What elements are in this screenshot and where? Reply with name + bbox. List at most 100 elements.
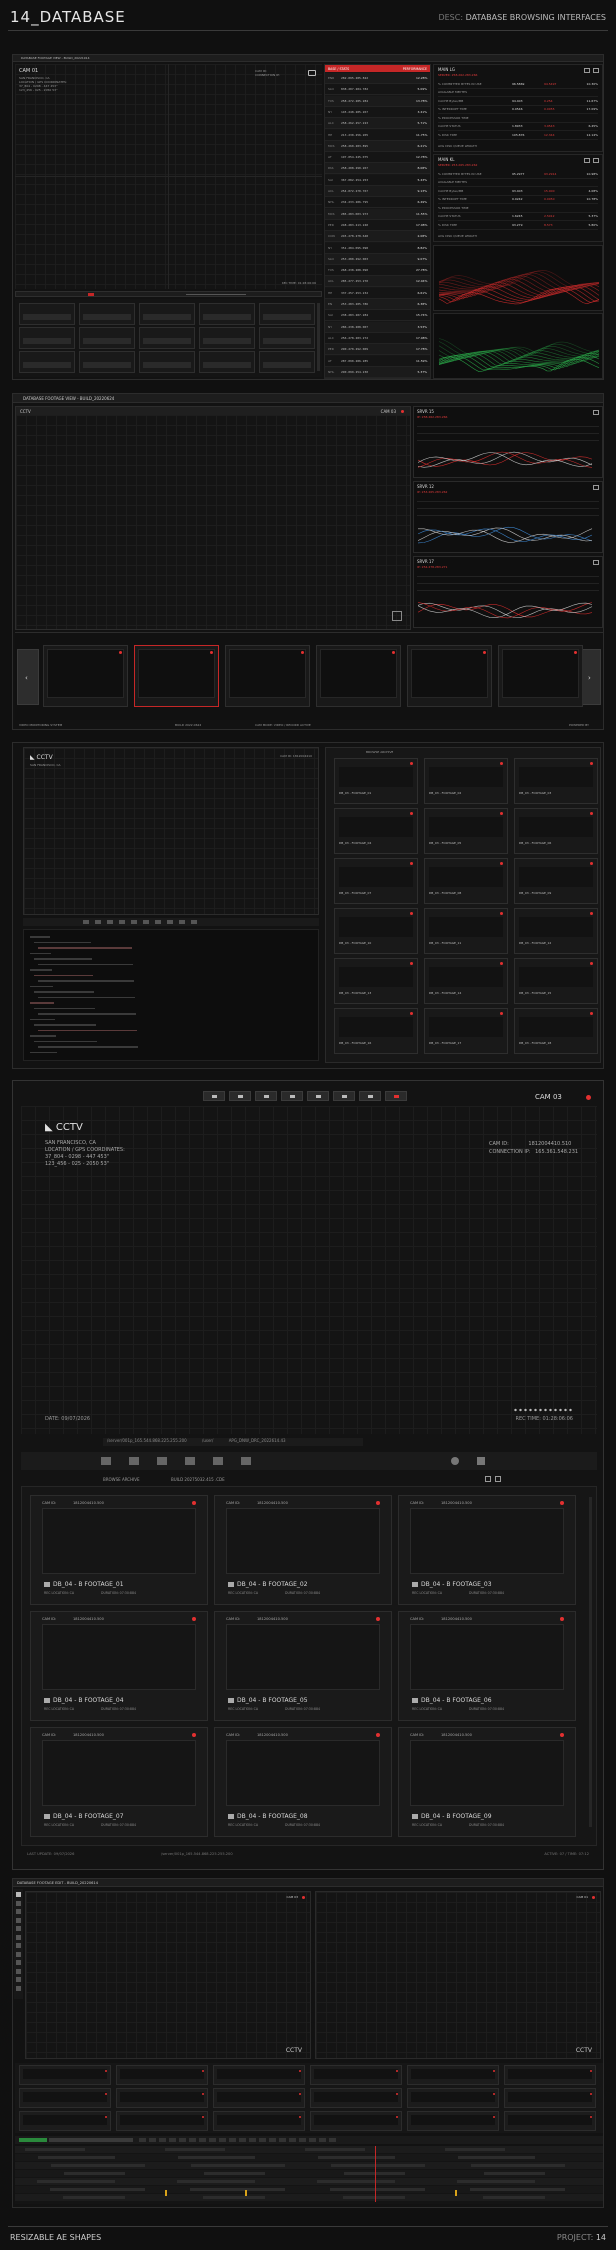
timeline-button[interactable] bbox=[179, 2138, 186, 2142]
clip-block[interactable] bbox=[19, 2065, 111, 2085]
footage-card[interactable]: CAM ID: 1812004410.500 DB_04 - B FOOTAGE_0… bbox=[398, 1495, 576, 1605]
list-item[interactable]: HE 213.230.256.205 11.75% bbox=[325, 129, 430, 141]
fast-forward-button[interactable] bbox=[333, 1091, 355, 1101]
archive-scrollbar[interactable] bbox=[589, 1497, 592, 1827]
track-clip[interactable] bbox=[204, 2172, 265, 2175]
tool-icon[interactable] bbox=[155, 920, 161, 924]
warning-icon[interactable] bbox=[477, 1457, 485, 1465]
list-item[interactable]: CON 245.278.278.648 2.08% bbox=[325, 231, 430, 243]
tool-icon[interactable] bbox=[143, 920, 149, 924]
track-clip[interactable] bbox=[190, 2188, 285, 2191]
track-clip[interactable] bbox=[343, 2196, 405, 2199]
track-clip[interactable] bbox=[330, 2188, 425, 2191]
play-button[interactable] bbox=[255, 1091, 277, 1101]
list-item[interactable]: SLO 838.207.284.782 5.09% bbox=[325, 84, 430, 96]
list-item[interactable]: HE 337.257.253.232 6.61% bbox=[325, 287, 430, 299]
thumbnail[interactable] bbox=[79, 327, 135, 349]
tool-icon[interactable] bbox=[107, 920, 113, 924]
tool-icon[interactable] bbox=[16, 1951, 21, 1957]
clip-block[interactable] bbox=[310, 2065, 402, 2085]
timeline-button[interactable] bbox=[209, 2138, 216, 2142]
record-button[interactable] bbox=[385, 1091, 407, 1101]
archive-tile[interactable]: DB_03 - FOOTAGE_05 bbox=[424, 808, 508, 854]
track-clip[interactable] bbox=[458, 2156, 535, 2159]
folder-icon[interactable] bbox=[213, 1457, 223, 1465]
clip-block[interactable] bbox=[19, 2111, 111, 2131]
upload-icon[interactable] bbox=[101, 1457, 111, 1465]
list-item[interactable]: AT 197.054.245.075 12.78% bbox=[325, 152, 430, 164]
archive-tile[interactable]: DB_03 - FOOTAGE_16 bbox=[334, 1008, 418, 1054]
clip-block[interactable] bbox=[504, 2111, 596, 2131]
folder-icon[interactable] bbox=[241, 1457, 251, 1465]
tool-icon[interactable] bbox=[16, 1985, 21, 1991]
track-clip[interactable] bbox=[191, 2164, 285, 2167]
list-item[interactable]: AT 287.090.286.285 11.59% bbox=[325, 355, 430, 367]
carousel-thumbnail[interactable] bbox=[43, 645, 128, 707]
list-item[interactable]: NY 145.248.285.267 3.41% bbox=[325, 106, 430, 118]
list-item[interactable]: SAI 238.283.287.284 15.74% bbox=[325, 310, 430, 322]
list-item[interactable]: MCS 258.260.283.895 6.21% bbox=[325, 140, 430, 152]
track-clip[interactable] bbox=[305, 2148, 365, 2151]
footage-card[interactable]: CAM ID: 1812004410.500 DB_04 - B FOOTAGE_0… bbox=[214, 1727, 392, 1837]
thumbnail[interactable] bbox=[199, 327, 255, 349]
track-clip[interactable] bbox=[64, 2172, 125, 2175]
close-icon[interactable] bbox=[593, 68, 599, 73]
tool-icon[interactable] bbox=[16, 1926, 21, 1931]
section1-timeline[interactable] bbox=[15, 291, 322, 297]
archive-tile[interactable]: DB_03 - FOOTAGE_03 bbox=[514, 758, 598, 804]
timeline-button[interactable] bbox=[299, 2138, 306, 2142]
archive-tile[interactable]: DB_03 - FOOTAGE_14 bbox=[424, 958, 508, 1004]
track-clip[interactable] bbox=[331, 2164, 425, 2167]
archive-tile[interactable]: DB_03 - FOOTAGE_17 bbox=[424, 1008, 508, 1054]
timeline-button[interactable] bbox=[189, 2138, 196, 2142]
timeline-button[interactable] bbox=[149, 2138, 156, 2142]
track-clip[interactable] bbox=[38, 2156, 115, 2159]
clip-block[interactable] bbox=[213, 2111, 305, 2131]
timeline-button[interactable] bbox=[159, 2138, 166, 2142]
thumbnail[interactable] bbox=[139, 327, 195, 349]
archive-tile[interactable]: DB_03 - FOOTAGE_18 bbox=[514, 1008, 598, 1054]
clip-block[interactable] bbox=[407, 2065, 499, 2085]
list-item[interactable]: ENR 282.095.285.822 12.28% bbox=[325, 73, 430, 84]
tool-icon[interactable] bbox=[16, 1892, 21, 1897]
prev-button[interactable]: ‹ bbox=[17, 649, 39, 705]
track-clip[interactable] bbox=[484, 2172, 545, 2175]
list-item[interactable]: SLO 253.280.292.003 9.07% bbox=[325, 253, 430, 265]
playhead[interactable] bbox=[375, 2146, 376, 2202]
settings-icon[interactable] bbox=[584, 68, 590, 73]
timeline-button[interactable] bbox=[219, 2138, 226, 2142]
thumbnail[interactable] bbox=[79, 351, 135, 373]
timeline-tracks[interactable] bbox=[15, 2146, 603, 2204]
track-clip[interactable] bbox=[165, 2148, 225, 2151]
track-clip[interactable] bbox=[317, 2180, 395, 2183]
tool-icon[interactable] bbox=[16, 1968, 21, 1974]
thumbnail[interactable] bbox=[19, 303, 75, 325]
list-item[interactable]: PAS 258.208.290.267 8.08% bbox=[325, 163, 430, 175]
settings-icon[interactable] bbox=[451, 1457, 459, 1465]
carousel-thumbnail[interactable] bbox=[407, 645, 492, 707]
clip-block[interactable] bbox=[116, 2065, 208, 2085]
list-view-icon[interactable] bbox=[495, 1476, 501, 1482]
list-item[interactable]: ACL 254.072.270.767 9.13% bbox=[325, 186, 430, 197]
list-item[interactable]: SAI 367.082.254.253 5.43% bbox=[325, 174, 430, 186]
tool-icon[interactable] bbox=[16, 1943, 21, 1948]
timeline-button[interactable] bbox=[279, 2138, 286, 2142]
thumbnail[interactable] bbox=[259, 303, 315, 325]
tool-icon[interactable] bbox=[16, 1917, 21, 1923]
archive-tile[interactable]: DB_03 - FOOTAGE_02 bbox=[424, 758, 508, 804]
clip-block[interactable] bbox=[504, 2088, 596, 2108]
track-clip[interactable] bbox=[445, 2148, 505, 2151]
archive-tile[interactable]: DB_03 - FOOTAGE_06 bbox=[514, 808, 598, 854]
footage-card[interactable]: CAM ID: 1812004410.500 DB_04 - B FOOTAGE_0… bbox=[398, 1611, 576, 1721]
archive-tile[interactable]: DB_03 - FOOTAGE_11 bbox=[424, 908, 508, 954]
archive-tile[interactable]: DB_03 - FOOTAGE_04 bbox=[334, 808, 418, 854]
archive-tile[interactable]: DB_03 - FOOTAGE_15 bbox=[514, 958, 598, 1004]
settings-icon[interactable] bbox=[593, 485, 599, 490]
list-item[interactable]: MCS 285.283.003.973 11.55% bbox=[325, 208, 430, 220]
timeline-button[interactable] bbox=[269, 2138, 276, 2142]
footage-card[interactable]: CAM ID: 1812004410.500 DB_04 - B FOOTAGE_0… bbox=[214, 1495, 392, 1605]
list-item[interactable]: PER 290.270.292.009 17.78% bbox=[325, 344, 430, 356]
clip-block[interactable] bbox=[310, 2111, 402, 2131]
list-item[interactable]: NY 351.284.095.098 8.82% bbox=[325, 242, 430, 254]
thumbnail[interactable] bbox=[19, 351, 75, 373]
